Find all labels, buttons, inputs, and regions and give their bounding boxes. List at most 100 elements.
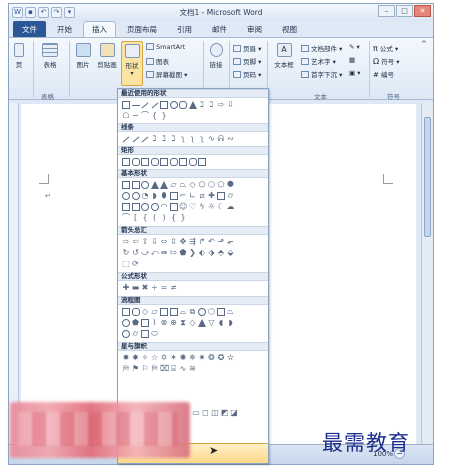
sun-shape[interactable]: ☼	[208, 203, 216, 211]
maximize-button[interactable]: □	[396, 5, 413, 17]
quad-arrow-shape[interactable]: ✥	[179, 238, 187, 246]
sequential-storage-shape[interactable]	[122, 330, 130, 338]
freeform-shape[interactable]: ☖	[122, 112, 130, 120]
callout-arrow-shape[interactable]: ⬙	[227, 249, 235, 257]
hexagon-shape[interactable]: ⬡	[208, 181, 216, 189]
connector-shape[interactable]	[122, 319, 130, 327]
punched-tape-shape[interactable]: ⌇	[151, 319, 159, 327]
brace-pair-shape[interactable]: {	[141, 214, 149, 222]
oval-shape[interactable]	[141, 181, 149, 189]
cloud-shape[interactable]: ☁	[227, 203, 235, 211]
chart-button[interactable]: 图表	[146, 56, 169, 66]
connector-shape[interactable]: ʅ	[198, 135, 206, 143]
scroll-thumb[interactable]	[424, 117, 431, 237]
pages-button[interactable]: 页	[12, 43, 26, 69]
plaque-shape[interactable]	[217, 192, 225, 200]
internal-storage-shape[interactable]	[169, 308, 178, 316]
curved-arrow-shape[interactable]: ↺	[132, 249, 140, 257]
brace-shape[interactable]: {	[151, 112, 159, 120]
callout-shape[interactable]: ▭	[192, 409, 200, 417]
folded-corner-shape[interactable]	[169, 203, 178, 211]
connector-shape[interactable]: ℷ	[160, 135, 168, 143]
heptagon-shape[interactable]: ⬠	[217, 181, 225, 189]
moon-shape[interactable]: ☾	[217, 203, 225, 211]
wave-shape[interactable]: ∿	[179, 365, 187, 373]
star-shape[interactable]: ✫	[227, 354, 235, 362]
direct-storage-shape[interactable]	[141, 330, 149, 338]
rectangle-shape[interactable]	[131, 158, 140, 166]
process-shape[interactable]	[122, 308, 130, 316]
table-button[interactable]: 表格	[39, 43, 61, 69]
terminator-shape[interactable]	[198, 308, 206, 316]
link-button[interactable]: 链接	[207, 43, 225, 69]
explosion-shape[interactable]: ✹	[122, 354, 130, 362]
page-number-button[interactable]: 页码 ▾	[233, 69, 261, 79]
cube-shape[interactable]	[122, 203, 130, 211]
tab-file[interactable]: 文件	[13, 21, 46, 37]
bent-arrow-shape[interactable]: ↱	[198, 238, 206, 246]
notched-arrow-shape[interactable]: ⇰	[170, 249, 178, 257]
callout-shape[interactable]: ◻	[202, 409, 210, 417]
alternate-process-shape[interactable]	[131, 308, 140, 316]
rectangle-shape[interactable]	[150, 158, 159, 166]
bracket-pair-shape[interactable]: [	[132, 214, 140, 222]
extract-shape[interactable]	[198, 319, 206, 327]
clip-art-button[interactable]: 剪贴画	[95, 43, 119, 69]
text-box-button[interactable]: A 文本框	[271, 43, 297, 69]
block-arc-shape[interactable]: ◠	[160, 203, 168, 211]
freeform-shape[interactable]: ᕱ	[217, 135, 225, 143]
manual-input-shape[interactable]	[217, 308, 225, 316]
cross-shape[interactable]: ✚	[208, 192, 216, 200]
triangle-shape[interactable]	[188, 101, 197, 109]
star-shape[interactable]: ✶	[170, 354, 178, 362]
decision-shape[interactable]: ◇	[141, 308, 149, 316]
callout-arrow-shape[interactable]: ⬖	[198, 249, 206, 257]
star-shape[interactable]: ✪	[217, 354, 225, 362]
oval-shape[interactable]	[169, 101, 178, 109]
picture-button[interactable]: 图片	[73, 43, 93, 69]
vertical-scrollbar[interactable]	[421, 103, 433, 443]
callout-arrow-shape[interactable]: ⬘	[217, 249, 225, 257]
pentagon-arrow-shape[interactable]: ⬟	[179, 249, 187, 257]
l-shape[interactable]: ∟	[189, 192, 197, 200]
trapezoid-shape[interactable]: ⏢	[179, 181, 187, 189]
equation-button[interactable]: π 公式 ▾	[373, 43, 398, 53]
brace-shape[interactable]: }	[179, 214, 187, 222]
chord-shape[interactable]: ◗	[151, 192, 159, 200]
right-arrow-shape[interactable]: ⇨	[217, 101, 225, 109]
teardrop-shape[interactable]: ⬮	[160, 192, 168, 200]
diagonal-stripe-shape[interactable]: ⧄	[198, 192, 206, 200]
multidocument-shape[interactable]: ⧉	[189, 308, 197, 316]
equal-shape[interactable]: =	[160, 284, 168, 292]
object-icon[interactable]: ▣ ▾	[349, 69, 360, 77]
callout-shape[interactable]: ◫	[211, 409, 219, 417]
connector-shape[interactable]: ℷ	[208, 101, 216, 109]
smiley-face-shape[interactable]: ☺	[179, 203, 187, 211]
smartart-button[interactable]: SmartArt	[146, 43, 185, 51]
not-equal-shape[interactable]: ≠	[170, 284, 178, 292]
scribble-shape[interactable]: ∾	[227, 135, 235, 143]
heart-shape[interactable]: ♡	[189, 203, 197, 211]
doc-parts-button[interactable]: 文档部件 ▾	[301, 43, 342, 53]
number-button[interactable]: # 编号	[373, 69, 394, 79]
collapse-ribbon-icon[interactable]: ^	[421, 40, 427, 48]
line-shape[interactable]	[122, 136, 130, 143]
divide-shape[interactable]: ÷	[151, 284, 159, 292]
magnetic-disk-shape[interactable]: ⌭	[132, 330, 140, 338]
up-down-arrow-shape[interactable]: ⇳	[170, 238, 178, 246]
footer-button[interactable]: 页脚 ▾	[233, 56, 261, 66]
down-arrow-shape[interactable]: ⇩	[151, 238, 159, 246]
right-arrow-shape[interactable]: ⇨	[122, 238, 130, 246]
striped-arrow-shape[interactable]: ⇛	[160, 249, 168, 257]
connector-shape[interactable]: ℷ	[151, 135, 159, 143]
minus-shape[interactable]: ▬	[132, 284, 140, 292]
arrow-shape[interactable]: ⬏	[217, 238, 225, 246]
arc-shape[interactable]: ⌒	[122, 214, 130, 222]
tab-view[interactable]: 视图	[273, 21, 306, 37]
donut-shape[interactable]	[141, 203, 149, 211]
or-shape[interactable]: ⊕	[170, 319, 178, 327]
header-button[interactable]: 页眉 ▾	[233, 43, 261, 53]
scroll-shape[interactable]: ⌸	[170, 365, 178, 373]
callout-shape[interactable]: ◩	[221, 409, 229, 417]
rectangle-shape[interactable]	[169, 158, 178, 166]
